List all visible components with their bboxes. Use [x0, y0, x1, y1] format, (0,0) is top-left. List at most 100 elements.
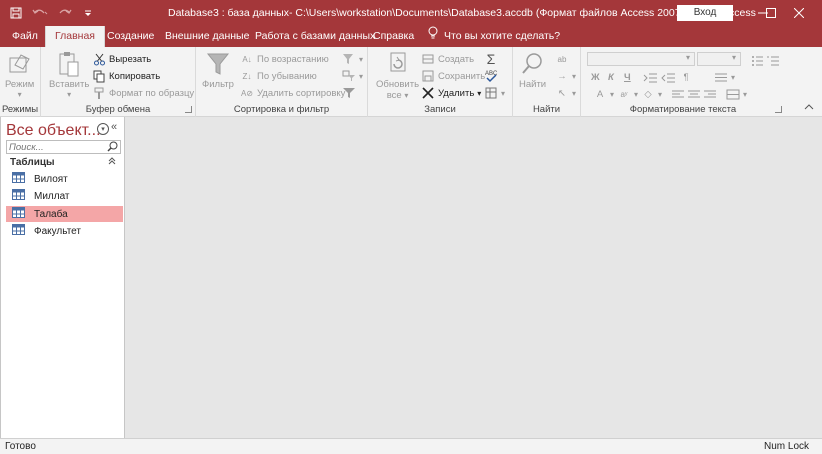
undo-icon[interactable]	[28, 2, 52, 24]
group-text-formatting: ▾ ▾ Ж К Ч ¶ ▾ A ▾ aʸ ▾ ◇ ▾ ▾ Форматирова…	[581, 47, 785, 117]
search-input[interactable]	[7, 141, 105, 154]
tab-file[interactable]: Файл	[12, 26, 38, 47]
spelling-button[interactable]: ABC	[484, 68, 498, 84]
toggle-filter-icon	[342, 86, 356, 100]
search-icon[interactable]	[107, 141, 118, 155]
gridlines-button[interactable]: ▾	[714, 69, 735, 85]
rtl-button[interactable]: ¶	[679, 69, 693, 85]
cut-button[interactable]: Вырезать	[92, 51, 151, 67]
paragraph-direction-icon: ¶	[683, 72, 689, 82]
save-record-button[interactable]: Сохранить	[421, 68, 485, 84]
table-icon	[12, 207, 25, 221]
increase-indent-button[interactable]	[643, 69, 657, 85]
remove-sort-button[interactable]: A⊘ Удалить сортировку	[240, 85, 345, 101]
view-button[interactable]: Режим ▾	[5, 49, 34, 99]
advanced-filter-button[interactable]: ▾	[342, 68, 363, 84]
select-button[interactable]: ↖ ▾	[555, 85, 576, 101]
bullets-button[interactable]	[750, 52, 764, 68]
gridlines-icon	[714, 70, 728, 84]
align-right-button[interactable]	[703, 86, 717, 102]
find-button[interactable]: Найти	[519, 49, 546, 90]
section-tables-label: Таблицы	[10, 157, 55, 168]
numbering-button[interactable]	[766, 52, 780, 68]
more-records-button[interactable]: ▾	[484, 85, 505, 101]
font-size-select[interactable]: ▾	[697, 52, 741, 66]
maximize-icon[interactable]	[757, 0, 785, 26]
totals-button[interactable]: Σ	[484, 51, 498, 67]
format-painter-button[interactable]: Формат по образцу	[92, 85, 194, 101]
tab-database-tools[interactable]: Работа с базами данных	[255, 26, 375, 47]
nav-item-label: Вилоят	[34, 173, 68, 185]
goto-button[interactable]: → ▾	[555, 68, 576, 84]
highlight-button[interactable]: aʸ ▾	[617, 86, 638, 102]
collapse-ribbon-icon[interactable]	[804, 102, 814, 113]
paste-button[interactable]: Вставить ▾	[49, 49, 89, 99]
filter-button[interactable]: Фильтр	[202, 49, 234, 90]
nav-item-table-2[interactable]: Талаба	[6, 206, 123, 222]
italic-button[interactable]: К	[608, 69, 614, 85]
indent-icon	[643, 70, 657, 84]
tell-me-label: Что вы хотите сделать?	[444, 30, 561, 42]
sort-ascending-label: По возрастанию	[257, 53, 329, 65]
delete-button[interactable]: Удалить ▾	[421, 85, 481, 101]
align-left-icon	[671, 87, 685, 101]
align-left-button[interactable]	[671, 86, 685, 102]
section-tables-header[interactable]: Таблицы	[10, 157, 120, 171]
new-record-button[interactable]: Создать	[421, 51, 474, 67]
more-grid-icon	[484, 86, 498, 100]
tab-create[interactable]: Создание	[107, 26, 154, 47]
replace-button[interactable]: ab	[555, 51, 569, 67]
text-formatting-launcher-icon[interactable]	[775, 106, 782, 113]
delete-label: Удалить	[438, 87, 475, 99]
table-icon	[12, 172, 25, 186]
close-icon[interactable]	[785, 0, 813, 26]
group-label-sort-filter: Сортировка и фильтр	[233, 104, 330, 115]
nav-item-table-0[interactable]: Вилоят	[6, 171, 123, 187]
magnifier-icon	[521, 49, 545, 79]
nav-menu-chevron-icon[interactable]: ▾	[97, 123, 109, 135]
tab-help[interactable]: Справка	[373, 26, 414, 47]
tab-external-data[interactable]: Внешние данные	[165, 26, 249, 47]
nav-item-table-3[interactable]: Факультет	[6, 223, 123, 239]
font-color-icon: A	[596, 88, 604, 100]
document-workspace	[126, 117, 822, 438]
refresh-all-button[interactable]: Обновить все ▾	[376, 49, 419, 101]
sort-descending-button[interactable]: Z↓ По убыванию	[240, 68, 317, 84]
align-center-button[interactable]	[687, 86, 701, 102]
paste-label: Вставить	[49, 79, 90, 90]
fill-color-button[interactable]: ◇ ▾	[641, 86, 662, 102]
paint-bucket-icon: ◇	[644, 88, 652, 100]
customize-icon[interactable]	[76, 2, 100, 24]
remove-sort-icon: A⊘	[240, 88, 254, 98]
arrow-right-icon: →	[557, 70, 567, 82]
underline-button[interactable]: Ч	[624, 69, 631, 85]
save-record-icon	[421, 69, 435, 83]
new-record-label: Создать	[438, 53, 475, 65]
tab-home[interactable]: Главная	[45, 26, 105, 47]
highlight-icon: aʸ	[620, 89, 628, 99]
copy-button[interactable]: Копировать	[92, 68, 160, 84]
selection-filter-button[interactable]: ▾	[342, 51, 363, 67]
format-painter-label: Формат по образцу	[109, 87, 195, 99]
bullets-icon	[750, 53, 764, 67]
redo-icon[interactable]	[52, 2, 76, 24]
selection-filter-icon	[342, 52, 356, 66]
bold-button[interactable]: Ж	[591, 69, 600, 85]
font-color-button[interactable]: A ▾	[593, 86, 614, 102]
nav-item-table-1[interactable]: Миллат	[6, 188, 123, 204]
status-bar: Готово Num Lock	[0, 438, 822, 454]
signin-button[interactable]: Вход	[677, 5, 733, 21]
save-record-label: Сохранить	[438, 70, 486, 82]
group-clipboard: Вставить ▾ Вырезать Копировать Формат по…	[41, 47, 196, 117]
clipboard-launcher-icon[interactable]	[185, 106, 192, 113]
sort-ascending-button[interactable]: A↓ По возрастанию	[240, 51, 329, 67]
quick-access-toolbar	[0, 0, 100, 26]
tell-me-box[interactable]: Что вы хотите сделать?	[428, 26, 560, 47]
alternate-row-color-button[interactable]: ▾	[726, 86, 747, 102]
shutter-bar-close-icon[interactable]: «	[111, 121, 117, 133]
save-icon[interactable]	[4, 2, 28, 24]
collapse-section-icon[interactable]	[108, 157, 116, 167]
decrease-indent-button[interactable]	[661, 69, 675, 85]
font-name-select[interactable]: ▾	[587, 52, 695, 66]
toggle-filter-button[interactable]	[342, 85, 356, 101]
